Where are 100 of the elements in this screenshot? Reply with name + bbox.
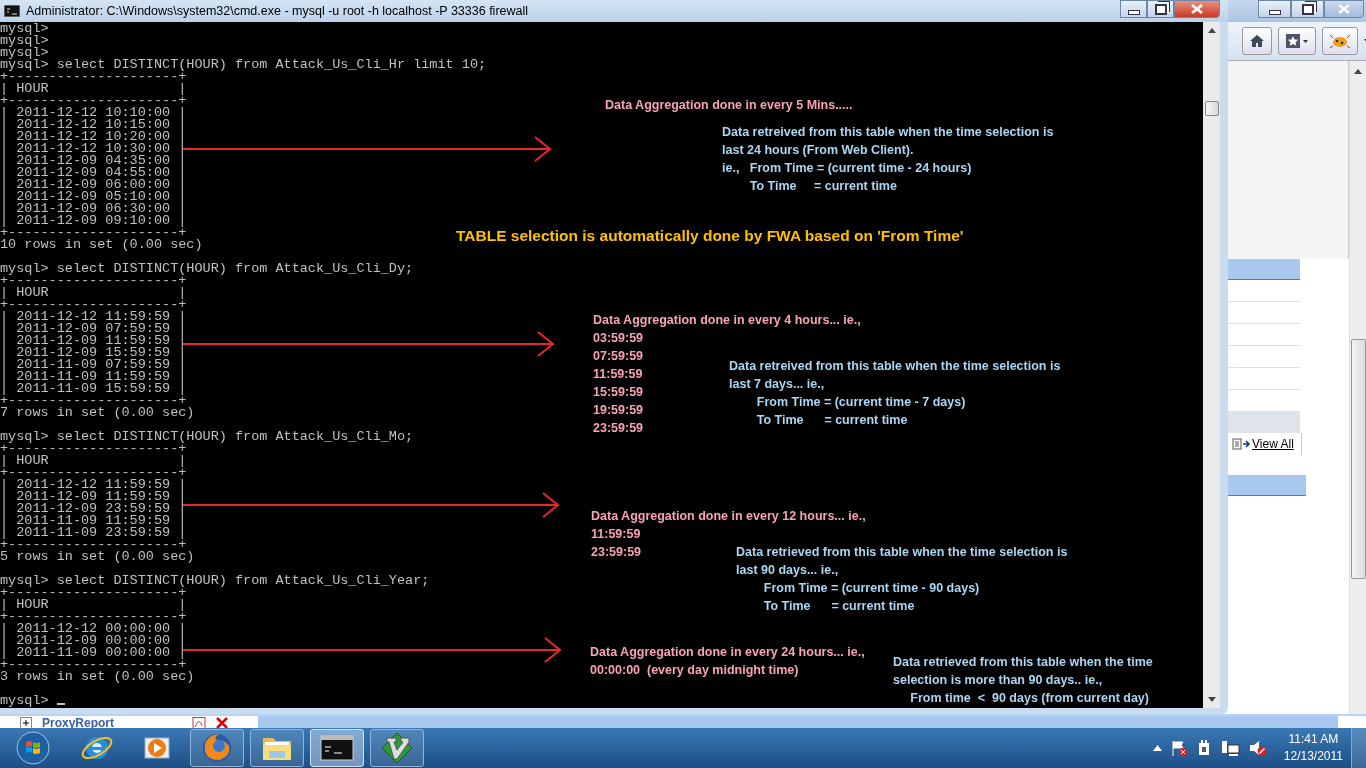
console-line: | 2011-11-09 15:59:59 | [0, 383, 187, 395]
annotation-text: TABLE selection is automatically done by FWA based on 'From Time' [456, 226, 964, 246]
console-line: | 2011-12-09 15:59:59 | [0, 347, 187, 359]
annotation-text: Data retreived from this table when the time selection is [722, 124, 1054, 141]
console-line: +---------------------+ [0, 71, 187, 83]
console-icon [320, 735, 354, 761]
annotation-text: To Time = current time [762, 598, 915, 615]
network-icon[interactable] [1219, 739, 1240, 757]
annotation-text: From time < 90 days (from current day) [909, 690, 1149, 707]
star-icon [1285, 34, 1309, 48]
annotation-text: 11:59:59 [591, 526, 641, 543]
console-line: mysql> [0, 35, 49, 47]
clock-time: 11:41 AM [1288, 731, 1339, 748]
clock-date: 12/13/2011 [1283, 748, 1343, 765]
console-line: | 2011-12-12 10:10:00 | [0, 107, 187, 119]
scrollbar-thumb[interactable] [1204, 101, 1219, 116]
console-line: | 2011-11-09 11:59:59 | [0, 515, 187, 527]
console-line: | 2011-11-09 07:59:59 | [0, 359, 187, 371]
scrollbar[interactable] [1203, 22, 1220, 708]
annotation-text: Data Aggregation done in every 5 Mins..... [605, 97, 853, 114]
pdf-icon[interactable] [192, 717, 209, 729]
console-line: mysql> select DISTINCT(HOUR) from Attack_Us_Cli_Dy; [0, 263, 414, 275]
console-line: mysql> [0, 47, 49, 59]
annotation-text: last 7 days... ie., [729, 376, 825, 393]
delete-icon[interactable] [216, 717, 229, 729]
scroll-up-icon[interactable] [1207, 28, 1216, 33]
console-line: | 2011-12-09 06:30:00 | [0, 203, 187, 215]
console-line: | HOUR | [0, 455, 187, 467]
annotation-text: Data retrieved from this table when the time [893, 654, 1153, 671]
home-button[interactable] [1242, 27, 1272, 55]
scroll-up-icon[interactable] [1354, 69, 1362, 74]
console-line: | HOUR | [0, 287, 187, 299]
annotation-text: From Time = (current time - 90 days) [762, 580, 980, 597]
annotation-text: From Time = (current time - 7 days) [755, 394, 966, 411]
annotation-text: 00:00:00 (every day midnight time) [590, 662, 799, 679]
show-hidden-icons-button[interactable] [1152, 745, 1162, 751]
house-icon [1249, 34, 1265, 48]
console-line: +---------------------+ [0, 95, 187, 107]
console-line: +---------------------+ [0, 539, 187, 551]
annotation-text: 07:59:59 [593, 348, 644, 365]
annotation-text: Data Aggregation done in every 12 hours... ie., [591, 508, 866, 525]
annotation-text: To Time = current time [755, 412, 908, 429]
console-icon [4, 5, 20, 17]
restore-button[interactable] [1147, 0, 1174, 18]
console-line: | HOUR | [0, 83, 187, 95]
flag-icon[interactable] [1169, 739, 1188, 757]
console-line: 5 rows in set (0.00 sec) [0, 551, 195, 563]
console-line: mysql> select DISTINCT(HOUR) from Attack_Us_Cli_Hr limit 10; [0, 59, 487, 71]
console-line: | 2011-12-09 09:10:00 | [0, 215, 187, 227]
console-line: | 2011-12-09 06:00:00 | [0, 179, 187, 191]
annotation-text: 03:59:59 [593, 330, 644, 347]
annotation-text: Data Aggregation done in every 4 hours... ie., [593, 312, 861, 329]
console-line: 3 rows in set (0.00 sec) [0, 671, 195, 683]
console-line: | HOUR | [0, 599, 187, 611]
annotation-text: Data retrieved from this table when the time selection is [736, 544, 1068, 561]
close-button[interactable] [1174, 0, 1220, 18]
console-line: mysql> [0, 23, 49, 35]
vim-diamond-icon [380, 731, 414, 765]
console-line: | 2011-12-12 10:15:00 | [0, 119, 187, 131]
tree-item[interactable]: ProxyReport [42, 717, 115, 729]
annotation-text: last 90 days... ie., [736, 562, 839, 579]
table-header [1228, 259, 1300, 280]
expand-icon[interactable] [20, 717, 32, 729]
console-line: | 2011-12-09 23:59:59 | [0, 503, 187, 515]
minimize-button[interactable] [1120, 0, 1147, 18]
console-line: | 2011-11-09 00:00:00 | [0, 647, 187, 659]
taskbar-button[interactable] [370, 729, 424, 767]
document-arrow-icon [1232, 438, 1252, 450]
console-line: mysql> select DISTINCT(HOUR) from Attack_Us_Cli_Mo; [0, 431, 414, 443]
console-line: | 2011-12-12 11:59:59 | [0, 479, 187, 491]
bug-icon [1329, 33, 1351, 49]
annotation-text: 15:59:59 [593, 384, 644, 401]
console-line: | 2011-11-09 11:59:59 | [0, 371, 187, 383]
text-cursor [56, 703, 65, 705]
prompt-line: mysql> [0, 695, 49, 707]
scrollbar-thumb[interactable] [1350, 339, 1366, 579]
muted-speaker-icon[interactable] [1247, 739, 1268, 757]
console-line: | 2011-11-09 23:59:59 | [0, 527, 187, 539]
clock[interactable]: 11:41 AM 12/13/2011 [1283, 731, 1343, 765]
console-line: +---------------------+ [0, 467, 187, 479]
console-line: +---------------------+ [0, 611, 187, 623]
console-line: | 2011-12-09 04:35:00 | [0, 155, 187, 167]
bookmarks-button[interactable] [1278, 27, 1316, 55]
console-line: 10 rows in set (0.00 sec) [0, 239, 203, 251]
window-title: Administrator: C:\Windows\system32\cmd.exe - mysql -u root -h localhost -P 33336 firewall [26, 3, 529, 20]
console-line: 7 rows in set (0.00 sec) [0, 407, 195, 419]
annotation-text: 23:59:59 [593, 420, 644, 437]
console-line: +---------------------+ [0, 395, 187, 407]
scroll-down-icon[interactable] [1207, 697, 1216, 702]
addon-button[interactable] [1322, 27, 1358, 55]
view-all-link[interactable]: View All [1252, 437, 1294, 451]
console-line: | 2011-12-09 04:55:00 | [0, 167, 187, 179]
console-line: +---------------------+ [0, 275, 187, 287]
annotation-text: selection is more than 90 days.. ie., [893, 672, 1103, 689]
annotation-text: 11:59:59 [593, 366, 643, 383]
start-button[interactable] [16, 731, 50, 765]
console-line: +---------------------+ [0, 443, 187, 455]
console-line: | 2011-12-12 10:30:00 | [0, 143, 187, 155]
console-line: | 2011-12-09 11:59:59 | [0, 335, 187, 347]
scrollbar[interactable] [1349, 61, 1366, 714]
